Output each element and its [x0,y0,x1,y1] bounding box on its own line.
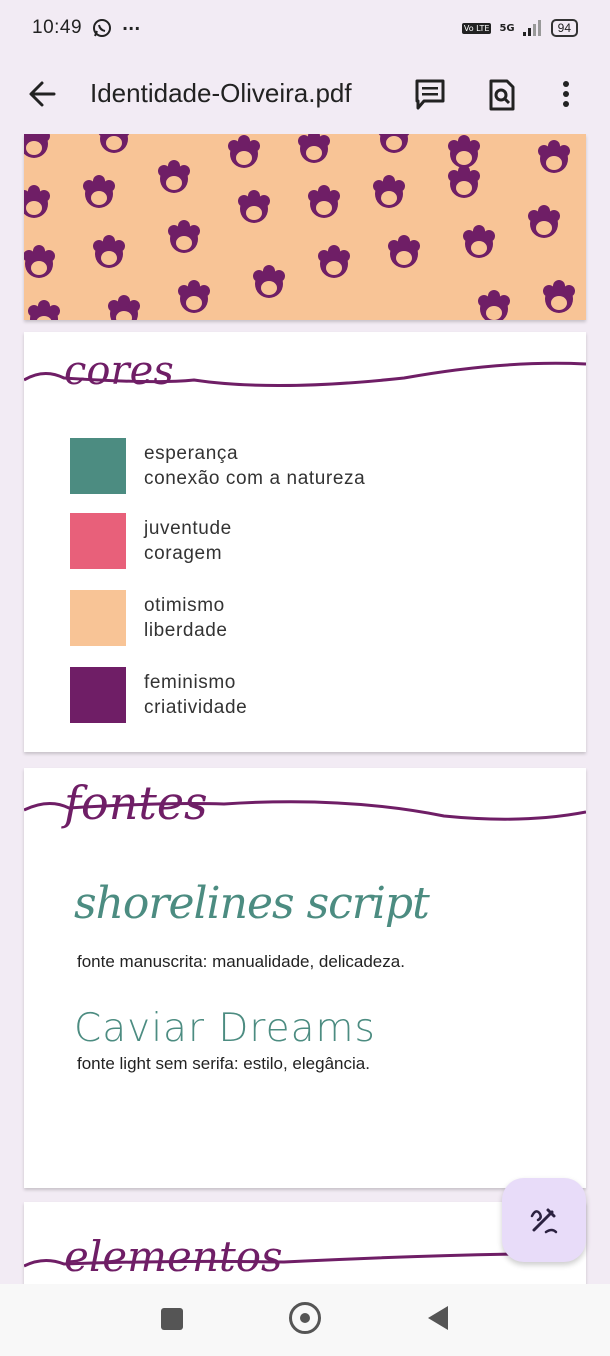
find-in-page-icon[interactable] [488,78,516,112]
status-bar: 10:49 ··· Vo LTE 5G 94 [0,0,610,56]
color-meaning-line2: liberdade [144,620,228,641]
font-sample-light: Caviar Dreams [74,1006,376,1051]
color-item: otimismo liberdade [70,590,228,646]
color-meaning-line2: conexão com a natureza [144,468,366,489]
pdf-page-cores: cores esperança conexão com a natureza j… [24,332,586,752]
app-bar: Identidade-Oliveira.pdf [0,56,610,134]
color-swatch-peach [70,590,126,646]
pdf-viewer[interactable]: cores esperança conexão com a natureza j… [0,134,610,1284]
section-heading-cores: cores [24,332,586,432]
volte-indicator: Vo LTE [461,22,492,34]
draw-icon [530,1208,558,1234]
font-description-script: fonte manuscrita: manualidade, delicadez… [77,952,405,971]
document-title: Identidade-Oliveira.pdf [90,78,352,108]
font-description-light: fonte light sem serifa: estilo, elegânci… [77,1054,370,1073]
heading-elementos-text: elementos [64,1232,283,1281]
section-heading-fontes: fontes [24,768,586,868]
color-meaning-line1: feminismo [144,672,236,693]
heading-cores-text: cores [64,348,174,394]
color-swatch-pink [70,513,126,569]
arrow-back-icon[interactable] [26,76,58,112]
pdf-page-pattern [24,134,586,320]
color-swatch-teal [70,438,126,494]
more-notifications-icon: ··· [122,18,141,38]
network-type: 5G [499,22,515,34]
comment-icon[interactable] [414,78,446,112]
font-sample-script: shorelines script [74,878,430,929]
status-time: 10:49 [32,17,83,38]
pdf-page-fontes: fontes shorelines script fonte manuscrit… [24,768,586,1188]
color-swatch-purple [70,667,126,723]
color-item: esperança conexão com a natureza [70,438,365,494]
color-meaning-line2: criatividade [144,697,248,718]
heading-fontes-text: fontes [64,776,208,830]
color-item: feminismo criatividade [70,667,247,723]
battery-indicator: 94 [550,19,578,37]
home-icon[interactable] [289,1302,321,1334]
color-item: juventude coragem [70,513,232,569]
color-meaning-line2: coragem [144,543,223,564]
recent-apps-icon[interactable] [161,1308,183,1330]
annotate-fab[interactable] [502,1178,586,1262]
home-dot [300,1313,310,1323]
whatsapp-icon [93,19,112,37]
system-nav-bar [0,1284,610,1356]
color-meaning-line1: esperança [144,443,239,464]
nav-back-icon[interactable] [428,1306,448,1330]
color-meaning-line1: otimismo [144,595,225,616]
signal-icon [522,20,541,36]
color-meaning-line1: juventude [144,518,232,539]
more-vert-icon[interactable] [562,80,570,108]
hair-pattern-illustration [24,134,575,320]
